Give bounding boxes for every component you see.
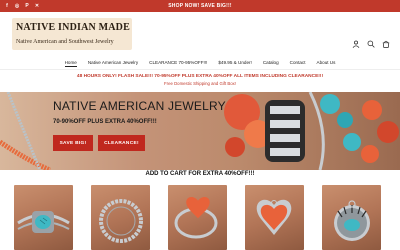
announcement-bar: f ◎ P ✕ SHOP NOW! SAVE BIG!!! — [0, 0, 400, 12]
hero-title: NATIVE AMERICAN JEWELRY — [53, 99, 226, 113]
nav-clearance[interactable]: CLEARANCE 70-95%OFF!!! — [149, 60, 207, 65]
save-big-button[interactable]: SAVE BIG! — [53, 135, 93, 151]
promo-banner: 48 HOURS ONLY! FLASH SALE!!! 70-95%OFF P… — [0, 71, 400, 91]
nav-about-us[interactable]: About Us — [317, 60, 336, 65]
coral-heart-pendant-image — [256, 199, 292, 235]
nav-home[interactable]: Home — [64, 60, 78, 67]
bead-bracelet-image — [99, 199, 143, 243]
search-icon[interactable] — [366, 39, 375, 48]
logo-tagline: Native American and Southwest Jewelry — [16, 39, 114, 45]
nav-under-49[interactable]: $49.95 & Under! — [218, 60, 251, 65]
hero-subtitle: 70-90%OFF PLUS EXTRA 40%OFF!!! — [53, 119, 157, 125]
header-icons — [351, 39, 390, 48]
section-title: ADD TO CART FOR EXTRA 40%OFF!!! — [145, 171, 255, 177]
clearance-button[interactable]: CLEARANCE! — [98, 135, 145, 151]
turquoise-ring-image — [17, 211, 70, 233]
product-card[interactable] — [322, 185, 381, 250]
nav-divider — [0, 69, 400, 70]
product-grid — [14, 185, 386, 250]
nav-catalog[interactable]: Catalog — [263, 60, 279, 65]
announcement-text[interactable]: SHOP NOW! SAVE BIG!!! — [168, 3, 231, 9]
main-nav: Home Native American Jewelry CLEARANCE 7… — [0, 55, 400, 69]
product-card[interactable] — [14, 185, 73, 250]
site-header: NATIVE INDIAN MADE Native American and S… — [0, 12, 400, 54]
x-icon[interactable]: ✕ — [34, 2, 40, 9]
facebook-icon[interactable]: f — [4, 2, 10, 9]
bear-claw-pendant-image — [334, 200, 370, 241]
hero-banner[interactable]: NATIVE AMERICAN JEWELRY 70-90%OFF PLUS E… — [0, 92, 400, 170]
product-card[interactable] — [245, 185, 304, 250]
promo-shipping: Free Domestic Shipping and Gift Box! — [164, 81, 236, 86]
product-card[interactable] — [168, 185, 227, 250]
promo-headline: 48 HOURS ONLY! FLASH SALE!!! 70-95%OFF P… — [76, 74, 324, 79]
site-logo[interactable]: NATIVE INDIAN MADE Native American and S… — [12, 18, 132, 50]
nav-native-american-jewelry[interactable]: Native American Jewelry — [88, 60, 138, 65]
cart-icon[interactable] — [381, 39, 390, 48]
account-icon[interactable] — [351, 39, 360, 48]
social-links: f ◎ P ✕ — [4, 2, 40, 9]
instagram-icon[interactable]: ◎ — [14, 2, 20, 9]
nav-contact[interactable]: Contact — [290, 60, 306, 65]
coral-heart-ring-image — [174, 197, 218, 239]
pinterest-icon[interactable]: P — [24, 2, 30, 9]
logo-title: NATIVE INDIAN MADE — [16, 22, 130, 33]
product-card[interactable] — [91, 185, 150, 250]
